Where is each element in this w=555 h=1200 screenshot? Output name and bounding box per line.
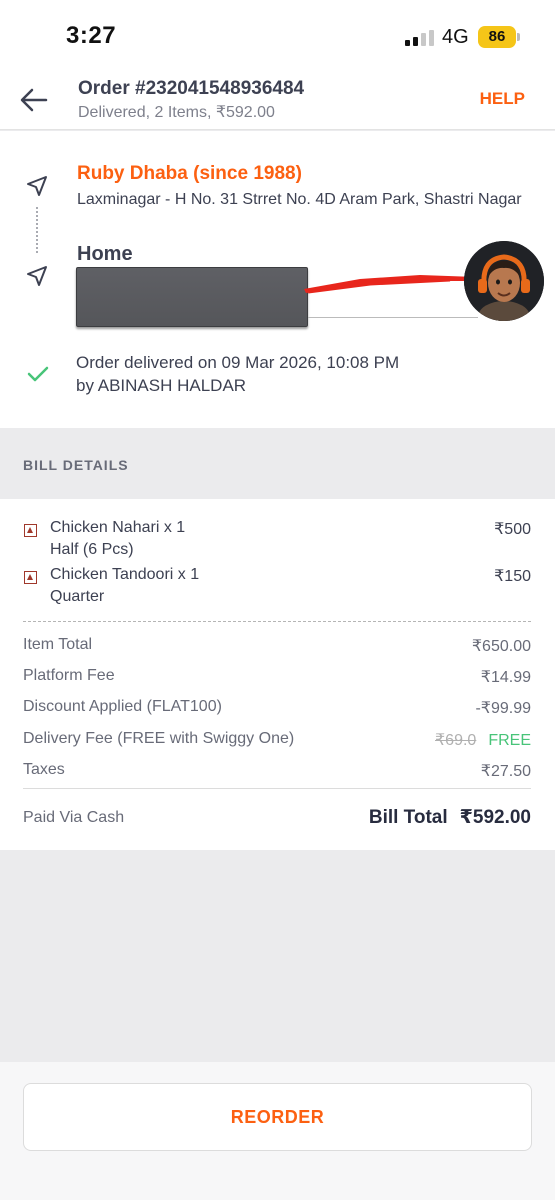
signal-icon	[405, 30, 434, 46]
delivery-fee-row: Delivery Fee (FREE with Swiggy One) ₹69.…	[23, 730, 531, 752]
bill-total-value: ₹592.00	[459, 807, 531, 828]
item-variant: Quarter	[50, 588, 105, 605]
discount-row: Discount Applied (FLAT100) -₹99.99	[23, 698, 531, 720]
delivery-fee-free: FREE	[488, 732, 531, 749]
order-header: Order #232041548936484 Delivered, 2 Item…	[0, 72, 555, 130]
avatar	[464, 241, 544, 321]
taxes-label: Taxes	[23, 761, 65, 778]
item-name: Chicken Nahari x 1	[50, 519, 186, 536]
navigation-icon	[27, 176, 47, 196]
delivery-fee-value: ₹69.0 FREE	[435, 730, 531, 750]
restaurant-address: Laxminagar - H No. 31 Strret No. 4D Aram…	[77, 191, 522, 208]
platform-fee-value: ₹14.99	[480, 669, 531, 686]
footer: REORDER	[0, 1062, 555, 1200]
item-total-row: Item Total ₹650.00	[23, 636, 531, 658]
reorder-button[interactable]: REORDER	[23, 1083, 532, 1151]
bill-total-label: Bill Total	[368, 807, 448, 828]
divider	[23, 788, 531, 789]
platform-fee-row: Platform Fee ₹14.99	[23, 667, 531, 689]
item-price: ₹500	[494, 521, 531, 538]
check-icon	[27, 366, 49, 382]
payment-method: Paid Via Cash	[23, 809, 125, 826]
delivery-fee-original: ₹69.0	[435, 732, 477, 749]
bill-card: Chicken Nahari x 1 Half (6 Pcs) ₹500 Chi…	[0, 499, 555, 850]
divider	[23, 621, 531, 622]
restaurant-name[interactable]: Ruby Dhaba (since 1988)	[77, 163, 302, 185]
delivery-fee-label: Delivery Fee (FREE with Swiggy One)	[23, 730, 295, 747]
item-variant: Half (6 Pcs)	[50, 541, 134, 558]
address-underline	[308, 317, 478, 318]
discount-value: -₹99.99	[475, 700, 531, 717]
order-subtitle: Delivered, 2 Items, ₹592.00	[78, 104, 275, 121]
redaction-scribble	[304, 275, 476, 294]
bill-details-heading: BILL DETAILS	[23, 457, 129, 473]
back-arrow-icon[interactable]	[18, 84, 50, 116]
item-total-label: Item Total	[23, 636, 93, 653]
order-title: Order #232041548936484	[78, 78, 305, 99]
item-name: Chicken Tandoori x 1	[50, 566, 200, 583]
battery-cap	[517, 33, 520, 41]
delivery-status: Order delivered on 09 Mar 2026, 10:08 PM…	[76, 351, 399, 397]
delivery-partner: by ABINASH HALDAR	[76, 376, 247, 395]
item-price: ₹150	[494, 568, 531, 585]
platform-fee-label: Platform Fee	[23, 667, 115, 684]
non-veg-icon	[24, 571, 37, 584]
taxes-value: ₹27.50	[480, 763, 531, 780]
non-veg-icon	[24, 524, 37, 537]
item-total-value: ₹650.00	[471, 638, 531, 655]
order-item: Chicken Nahari x 1 Half (6 Pcs) ₹500	[0, 519, 555, 563]
status-bar: 3:27 4G 86	[0, 0, 555, 72]
order-item: Chicken Tandoori x 1 Quarter ₹150	[0, 566, 555, 610]
bill-total: Bill Total ₹592.00	[369, 806, 531, 829]
battery-indicator: 86	[478, 26, 516, 48]
delivery-route: Ruby Dhaba (since 1988) Laxminagar - H N…	[0, 131, 555, 428]
delivery-status-time: Order delivered on 09 Mar 2026, 10:08 PM	[76, 353, 400, 372]
taxes-row: Taxes ₹27.50	[23, 761, 531, 783]
network-type: 4G	[442, 26, 469, 48]
redacted-address	[76, 267, 308, 327]
delivery-location-label: Home	[77, 243, 133, 265]
status-time: 3:27	[66, 22, 117, 49]
help-button[interactable]: HELP	[480, 89, 525, 109]
navigation-icon	[27, 266, 47, 286]
discount-label: Discount Applied (FLAT100)	[23, 698, 222, 715]
route-divider	[36, 207, 38, 253]
